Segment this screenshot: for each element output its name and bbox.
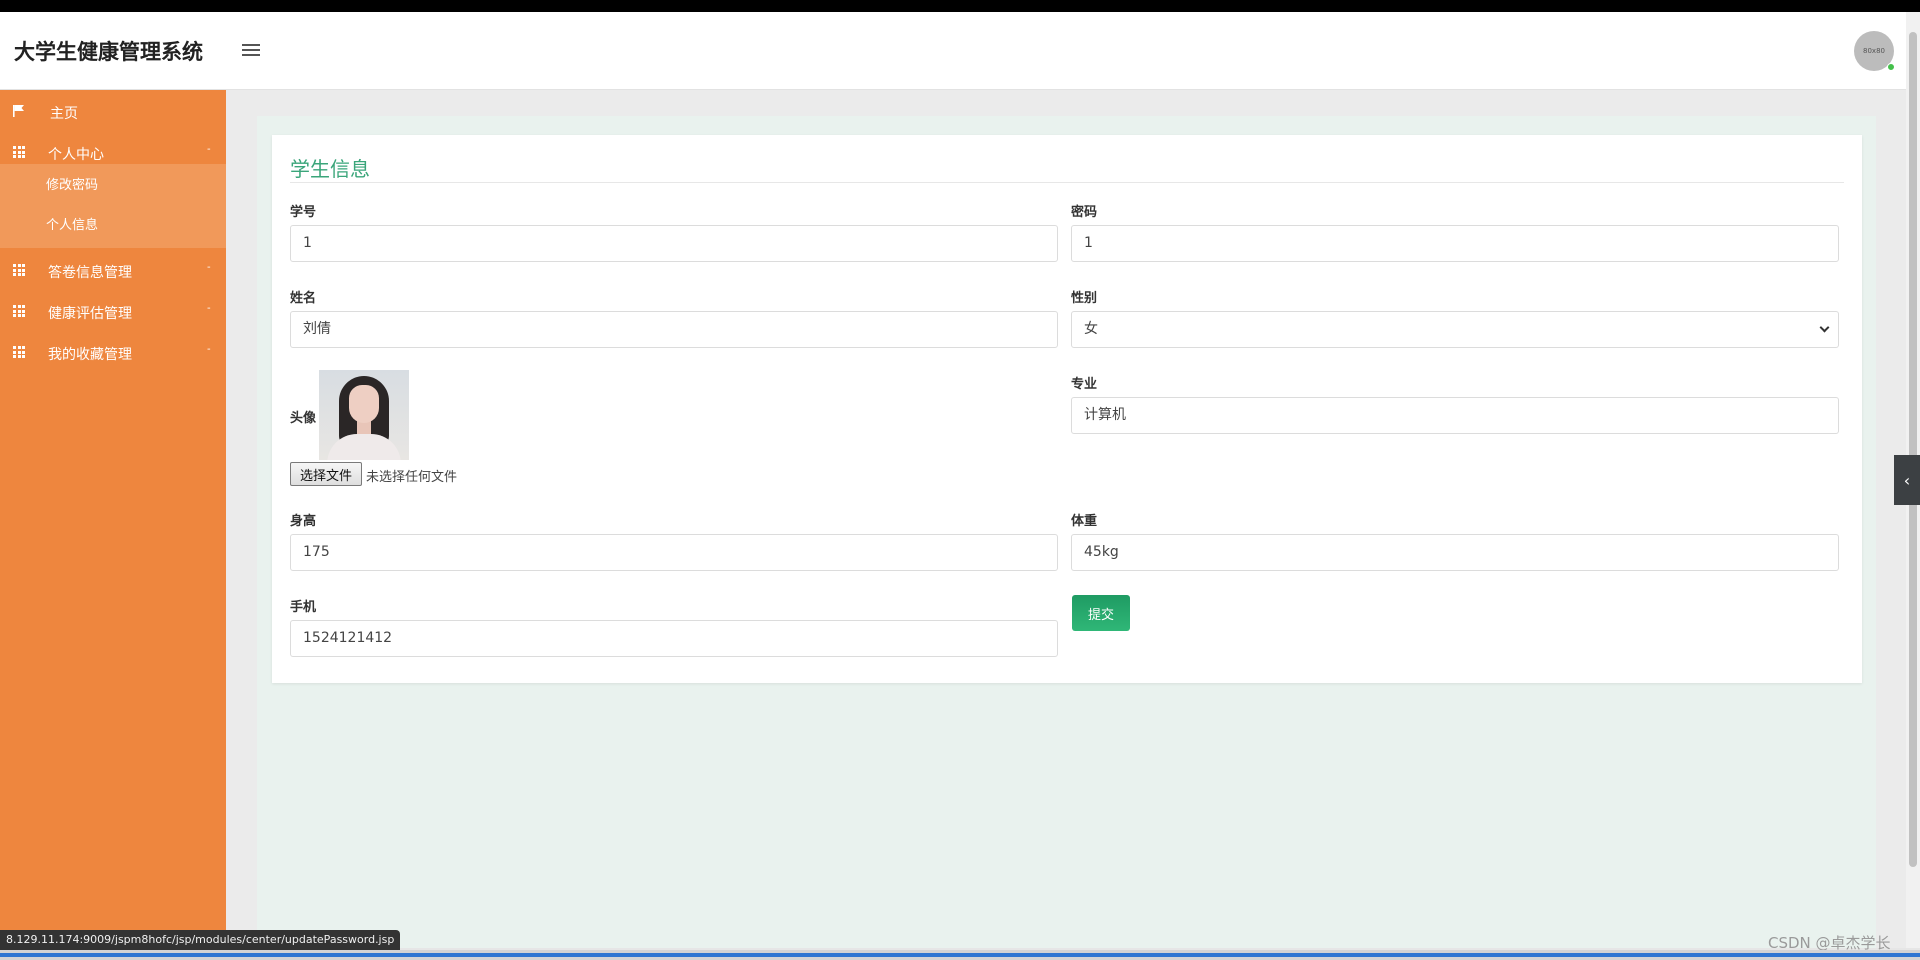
height-label: 身高 — [290, 514, 317, 529]
submit-button[interactable]: 提交 — [1072, 595, 1130, 631]
gender-select-value: 女 — [1084, 321, 1098, 337]
avatar-photo — [319, 370, 409, 460]
expand-icon: - — [207, 344, 211, 355]
flag-icon — [13, 105, 25, 117]
avatar-label: 头像 — [290, 411, 317, 426]
title-divider — [290, 182, 1844, 183]
name-field[interactable]: 刘倩 — [290, 311, 1058, 348]
phone-field[interactable]: 1524121412 — [290, 620, 1058, 657]
password-label: 密码 — [1071, 205, 1098, 220]
online-status-dot — [1887, 63, 1895, 71]
submenu-personal-center: 修改密码 个人信息 — [0, 164, 226, 248]
top-black-bar — [0, 0, 1920, 12]
collapse-icon: - — [207, 144, 211, 155]
sidebar: 主页 个人中心 - 修改密码 个人信息 答卷信息管理 - 健康评估管理 - 我的… — [0, 90, 226, 948]
grid-icon — [13, 264, 25, 276]
sidebar-item-questionnaire[interactable]: 答卷信息管理 - — [0, 251, 226, 291]
student-id-label: 学号 — [290, 205, 317, 220]
app-title: 大学生健康管理系统 — [14, 40, 203, 64]
choose-file-button[interactable]: 选择文件 — [290, 462, 362, 486]
height-field[interactable]: 175 — [290, 534, 1058, 571]
collapse-panel-tab[interactable]: ‹ — [1894, 455, 1920, 505]
scrollbar-thumb[interactable] — [1909, 32, 1917, 867]
chevron-left-icon: ‹ — [1903, 470, 1911, 490]
phone-label: 手机 — [290, 600, 317, 615]
student-id-field[interactable]: 1 — [290, 225, 1058, 262]
submenu-item-personal-info[interactable]: 个人信息 — [46, 214, 98, 233]
password-field[interactable]: 1 — [1071, 225, 1839, 262]
weight-label: 体重 — [1071, 514, 1098, 529]
student-info-card: 学生信息 学号 1 密码 1 姓名 刘倩 性别 女 头像 选择文件 未选择任何文… — [272, 135, 1862, 683]
chevron-down-icon — [1819, 322, 1830, 333]
menu-toggle-icon[interactable] — [242, 44, 260, 58]
grid-icon — [13, 305, 25, 317]
sidebar-item-favorites[interactable]: 我的收藏管理 - — [0, 333, 226, 373]
sidebar-item-label: 主页 — [50, 106, 78, 122]
sidebar-item-label: 答卷信息管理 — [48, 265, 132, 281]
gender-select[interactable]: 女 — [1071, 311, 1839, 348]
name-label: 姓名 — [290, 291, 317, 306]
weight-field[interactable]: 45kg — [1071, 534, 1839, 571]
grid-icon — [13, 346, 25, 358]
expand-icon: - — [207, 303, 211, 314]
file-status-text: 未选择任何文件 — [366, 470, 458, 485]
major-field[interactable]: 计算机 — [1071, 397, 1839, 434]
gender-label: 性别 — [1071, 291, 1098, 306]
page-title: 学生信息 — [290, 157, 370, 181]
expand-icon: - — [207, 262, 211, 273]
sidebar-item-label: 个人中心 — [48, 147, 104, 163]
grid-icon — [13, 146, 25, 158]
header: 大学生健康管理系统 80x80 — [0, 12, 1906, 90]
submenu-item-change-password[interactable]: 修改密码 — [46, 174, 98, 193]
sidebar-item-health-assessment[interactable]: 健康评估管理 - — [0, 292, 226, 332]
sidebar-item-label: 我的收藏管理 — [48, 347, 132, 363]
taskbar-strip — [0, 950, 1920, 960]
sidebar-item-home[interactable]: 主页 — [0, 92, 226, 132]
status-bar-url: 8.129.11.174:9009/jspm8hofc/jsp/modules/… — [0, 930, 401, 950]
major-label: 专业 — [1071, 377, 1098, 392]
sidebar-item-label: 健康评估管理 — [48, 306, 132, 322]
